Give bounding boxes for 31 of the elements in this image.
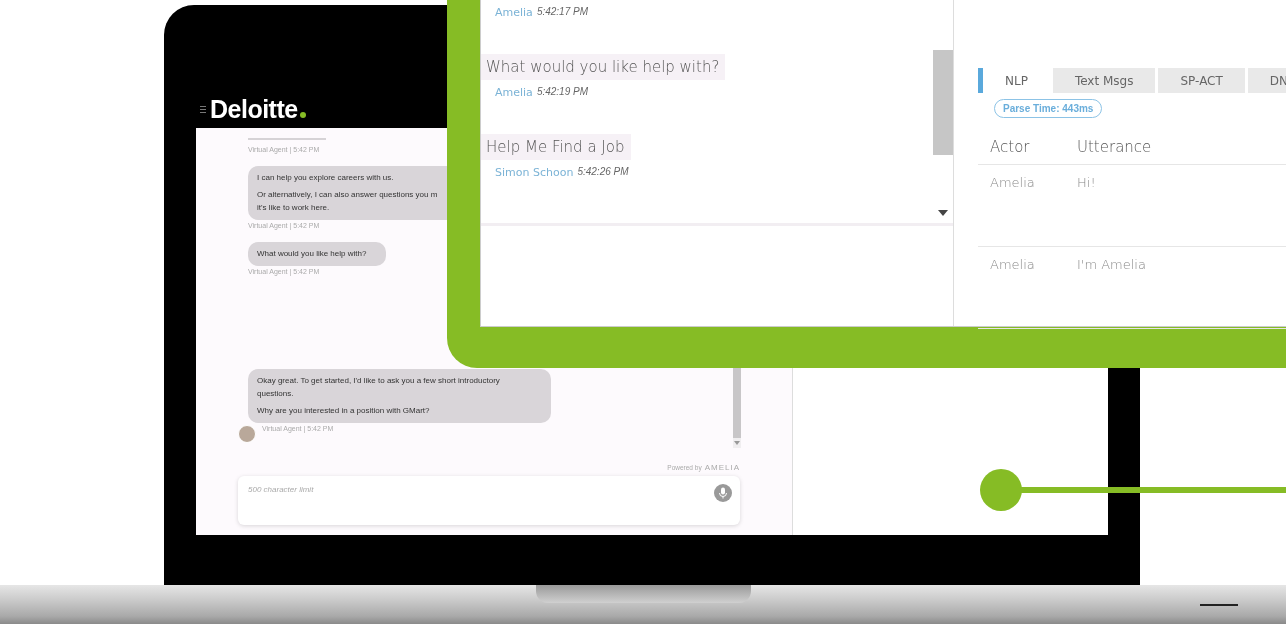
message-bubble: Help Me Find a Job [481,134,631,160]
microphone-icon[interactable] [714,484,732,502]
message-input[interactable]: 500 character limit [238,476,740,525]
message-author: Amelia [495,86,533,99]
message-text: Why are you interested in a position with GMart? [257,406,430,416]
brand-logo: AMELIA [704,463,740,472]
message-text: I can help you explore careers with us. [257,173,394,183]
message-time: 5:42:19 PM [536,86,589,99]
message-text: What would you like help with? [257,249,367,259]
logo-dot-icon [299,112,306,118]
table-cell-text: Hi! [1077,175,1097,190]
message-text: it's like to work here. [257,203,330,213]
tab[interactable]: DN [1247,68,1286,93]
scrollbar[interactable] [733,366,741,448]
message-text: Or alternatively, I can also answer questions you m [257,190,438,200]
message-author: Simon Schoon [495,166,574,179]
table-cell-text: Amelia [990,257,1036,272]
menu-icon[interactable] [200,105,206,113]
message-bubble: What would you like help with? [481,54,726,80]
column-header: Actor [990,138,1031,156]
table-cell-text: I'm Amelia [1077,257,1147,272]
message-text: questions. [257,389,294,399]
tab[interactable]: SP-ACT [1158,68,1245,93]
tab[interactable]: Text Msgs [1052,68,1156,93]
logo: Deloitte [210,95,298,123]
column-header: Utterance [1077,138,1153,156]
table-cell-text: Amelia [990,175,1036,190]
message-time: 5:42:17 PM [536,6,589,19]
message-time: 5:42:26 PM [577,166,629,179]
message-author: Amelia [495,6,533,19]
message-text: Okay great. To get started, I'd like to ask you a few short introductory [257,376,500,386]
